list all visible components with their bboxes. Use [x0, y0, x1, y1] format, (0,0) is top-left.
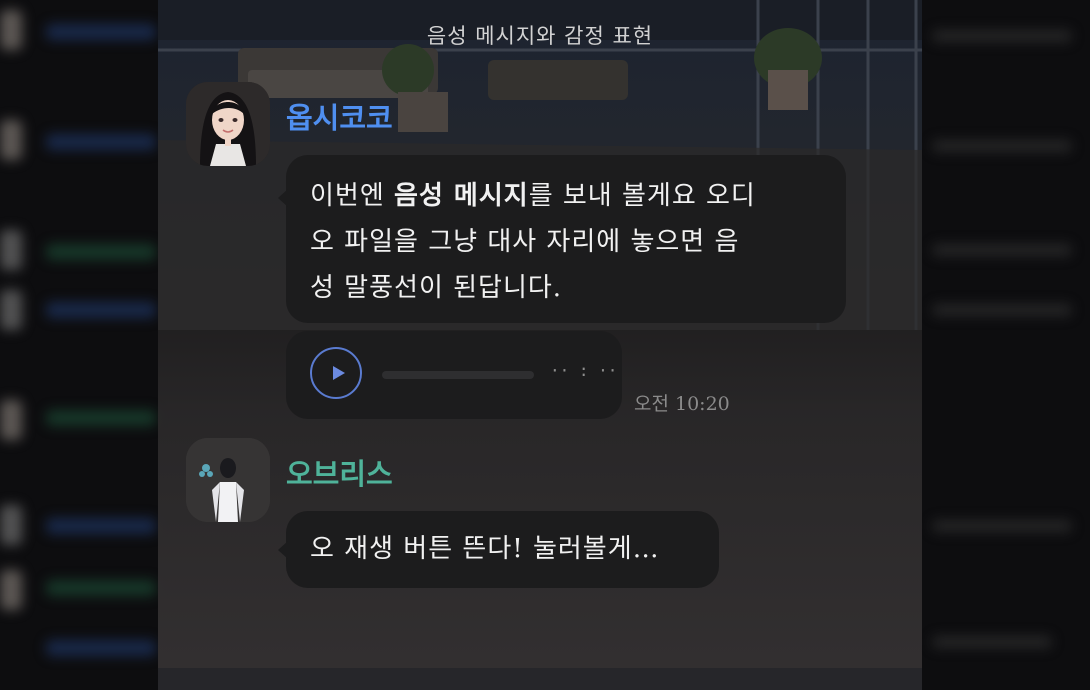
text-line: 오 파일을 그냥 대사 자리에 놓으면 음	[310, 227, 740, 257]
voice-message-player[interactable]: ·· : ··	[286, 331, 622, 419]
bottom-bar	[158, 668, 922, 690]
avatar[interactable]	[186, 438, 270, 522]
avatar[interactable]	[186, 82, 270, 166]
chat-panel: 음성 메시지와 감정 표현 옵시코코 이번엔 음성 메시지를 보내 볼게요 오디…	[158, 0, 922, 690]
text-segment: 를 보내 볼게요 오디	[528, 181, 756, 211]
audio-progress-track[interactable]	[382, 371, 534, 379]
sender-name: 옵시코코	[286, 101, 393, 135]
play-button[interactable]	[310, 347, 362, 399]
message-text: 이번엔 음성 메시지를 보내 볼게요 오디 오 파일을 그냥 대사 자리에 놓으…	[310, 173, 822, 311]
man-portrait-icon	[186, 438, 270, 522]
play-icon	[333, 366, 345, 380]
message-text: 오 재생 버튼 뜬다! 눌러볼게…	[310, 534, 660, 564]
blurred-chat-left	[0, 0, 158, 690]
text-segment: 이번엔	[310, 181, 395, 211]
text-line: 성 말풍선이 된답니다.	[310, 273, 563, 303]
bold-text-segment: 음성 메시지	[394, 181, 529, 211]
blurred-chat-right	[922, 0, 1090, 690]
message-bubble: 이번엔 음성 메시지를 보내 볼게요 오디 오 파일을 그냥 대사 자리에 놓으…	[278, 155, 846, 323]
page-title: 음성 메시지와 감정 표현	[426, 24, 654, 48]
message-timestamp: 오전 10:20	[634, 393, 730, 415]
sender-name: 오브리스	[286, 457, 393, 491]
bubble-tail	[278, 541, 288, 559]
woman-portrait-icon	[186, 82, 270, 166]
audio-duration: ·· : ··	[550, 361, 618, 380]
message-bubble: 오 재생 버튼 뜬다! 눌러볼게…	[278, 511, 719, 588]
bubble-tail	[278, 189, 288, 207]
